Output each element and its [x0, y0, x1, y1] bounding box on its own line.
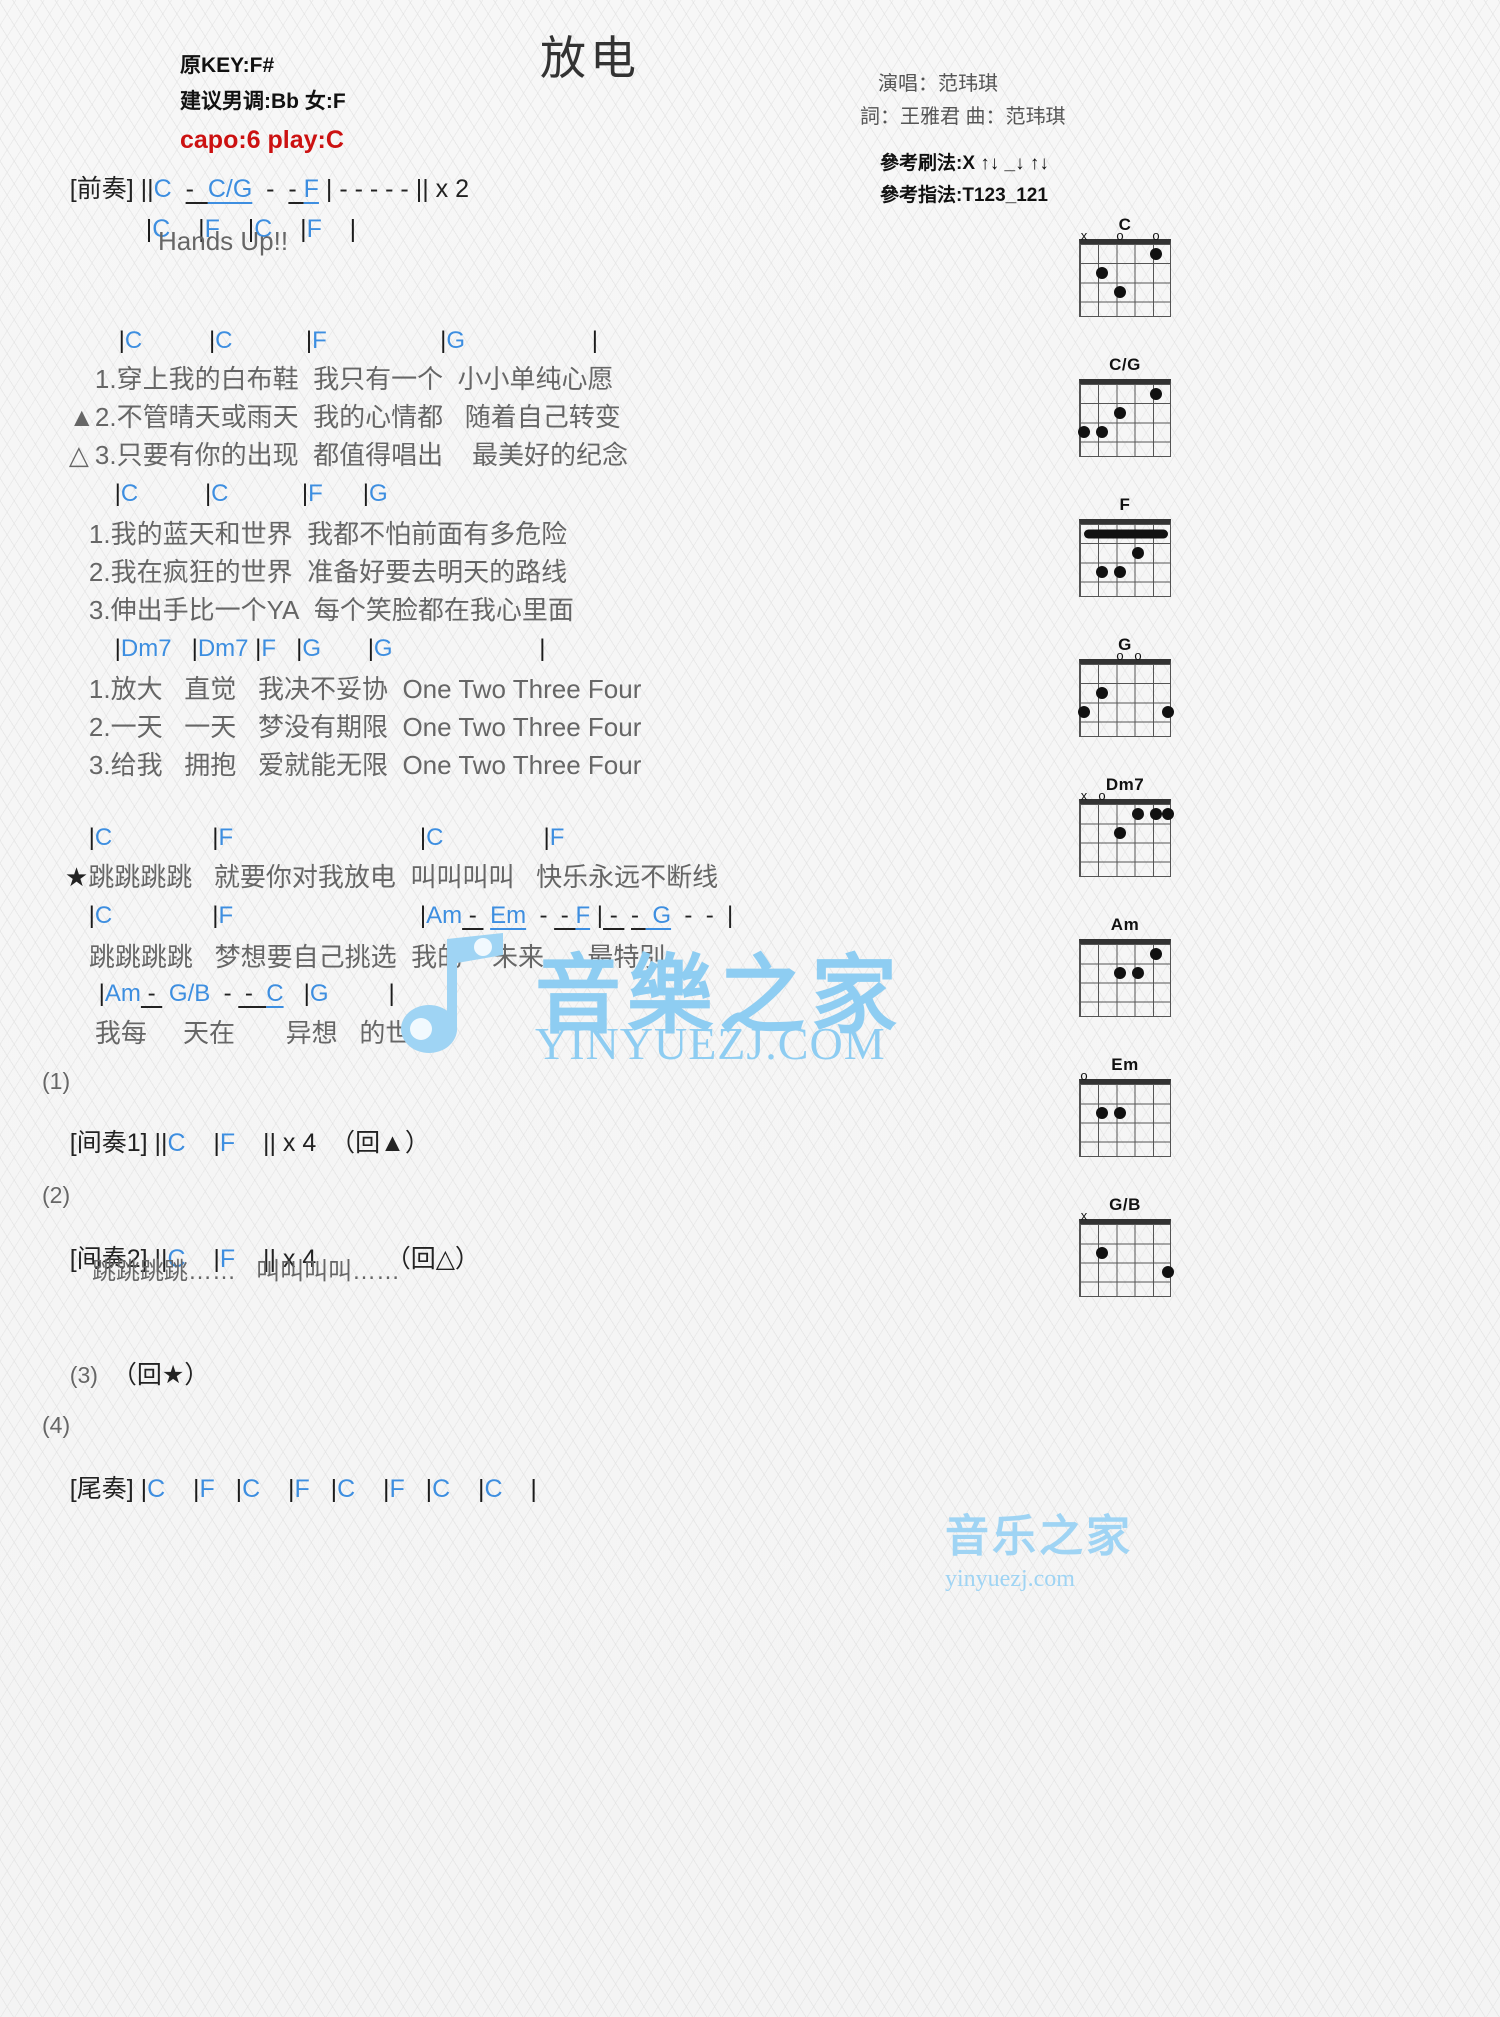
finger-dot [1096, 687, 1108, 699]
section-3-line: (3) （回★） [42, 1338, 209, 1413]
finger-dot [1096, 566, 1108, 578]
chorus-lyric-row-3: 我每 天在 异想 的世界 [66, 994, 437, 1072]
finger-dot [1078, 706, 1090, 718]
chord-sheet-page: 放电 原KEY:F# 建议男调:Bb 女:F capo:6 play:C 演唱：… [0, 0, 1500, 2017]
mute-marker: x [1080, 1208, 1088, 1223]
fingerstyle-reference: 參考指法:T123_121 [880, 185, 1048, 206]
finger-dot [1132, 808, 1144, 820]
chord-diagram-F: F [1065, 495, 1185, 597]
open-string-marker: o [1116, 648, 1124, 663]
verse1-text-3c: 最美好的纪念 [471, 440, 628, 470]
chorus-text-2c: 我的 [411, 942, 464, 972]
finger-dot [1114, 566, 1126, 578]
finger-dot [1162, 706, 1174, 718]
mute-marker: x [1080, 788, 1088, 803]
chorus-text-3b: 天在 [183, 1018, 236, 1048]
finger-dot [1096, 426, 1108, 438]
interlude-1-repeat: （回▲） [330, 1129, 430, 1157]
verse3-text-3a: 给我 [110, 750, 163, 780]
chorus-text-3c: 异想 [285, 1018, 338, 1048]
chord-diagram-name: Am [1110, 915, 1140, 934]
corner-watermark-en: yinyuezj.com [945, 1566, 1075, 1592]
finger-dot [1078, 426, 1090, 438]
fretboard-grid: x o o [1079, 229, 1171, 317]
corner-watermark-cn: 音乐之家 [945, 1511, 1133, 1562]
fretboard-grid: x [1079, 1209, 1174, 1297]
open-string-marker: o [1080, 1068, 1088, 1083]
chord-diagram-Am: Am [1065, 915, 1185, 1017]
fretboard-grid: x o [1079, 789, 1174, 877]
finger-dot [1162, 1266, 1174, 1278]
verse3-text-3c: 爱就能无限 [257, 750, 388, 780]
finger-dot [1150, 948, 1162, 960]
section-number-4: (4) [42, 1412, 71, 1438]
outro-label: [尾奏] [69, 1475, 134, 1503]
mute-marker: x [1080, 228, 1088, 243]
finger-dot [1096, 1247, 1108, 1259]
fretboard-grid [1078, 379, 1171, 457]
chord-diagram-G: G o o [1065, 635, 1185, 737]
intro-hands-up: Hands Up!! [158, 226, 289, 256]
section-3-repeat: （回★） [111, 1361, 210, 1389]
interlude-1-label: [间奏1] [69, 1129, 148, 1157]
interlude-1-line: [间奏1] ||C |F || x 4 （回▲） [69, 1129, 430, 1157]
open-string-marker: o [1116, 228, 1124, 243]
chord-diagram-C-over-G: C/G [1065, 355, 1185, 457]
finger-dot [1132, 547, 1144, 559]
open-string-marker: o [1134, 648, 1142, 663]
verse3-text-3b: 拥抱 [184, 750, 237, 780]
finger-dot [1150, 248, 1162, 260]
chord-diagram-Dm7: Dm7 x o [1065, 775, 1185, 877]
fretboard-grid: o o [1078, 649, 1174, 737]
original-key: 原KEY:F# [180, 54, 275, 77]
credits-block: 演唱：范玮琪 詞：王雅君 曲：范玮琪 [860, 68, 1180, 134]
finger-dot [1114, 827, 1126, 839]
chord-diagram-Em: Em o [1065, 1055, 1185, 1157]
section-number-3: (3) [69, 1362, 98, 1388]
fretboard-grid [1079, 939, 1171, 1017]
chord-diagram-C: C x o o [1065, 215, 1185, 317]
verse3-lyric-row-3: 3.给我 拥抱 爱就能无限 One Two Three Four [60, 726, 641, 804]
chord-diagram-G-over-B: G/B x [1065, 1195, 1185, 1297]
chorus-text-2e: 最特别 [587, 942, 666, 972]
chord-diagram-column: C x o o C/G F G o o Dm7 x o Am Em o G/B … [1040, 215, 1220, 1335]
section-number-1: (1) [42, 1068, 71, 1094]
fretboard-grid [1079, 519, 1171, 597]
finger-dot [1114, 967, 1126, 979]
finger-dot [1114, 407, 1126, 419]
finger-dot [1114, 286, 1126, 298]
finger-dot [1150, 808, 1162, 820]
suggested-key: 建议男调:Bb 女:F [180, 90, 346, 113]
open-string-marker: o [1098, 788, 1106, 803]
writer-credit: 詞：王雅君 曲：范玮琪 [860, 106, 1066, 128]
finger-dot [1132, 967, 1144, 979]
chord-diagram-name: C/G [1109, 355, 1141, 374]
finger-dot [1114, 1107, 1126, 1119]
chorus-text-3d: 的世界 [359, 1018, 438, 1048]
chorus-text-2d: 未来 [491, 942, 544, 972]
finger-dot [1162, 808, 1174, 820]
open-string-marker: o [1152, 228, 1160, 243]
corner-watermark: 音乐之家 yinyuezj.com [945, 1500, 1175, 1593]
verse3-text-3d: One Two Three Four [402, 750, 642, 780]
section-number-2: (2) [42, 1182, 71, 1208]
strum-reference: 參考刷法:X ↑↓ _↓ ↑↓ [880, 153, 1049, 174]
barre-bar [1084, 529, 1168, 539]
finger-dot [1096, 267, 1108, 279]
watermark-en-text: YINYUEZJ.COM [535, 1018, 886, 1069]
outro-line: [尾奏] |C |F |C |F |C |F |C |C | [69, 1475, 537, 1503]
finger-dot [1150, 388, 1162, 400]
reference-technique-block: 參考刷法:X ↑↓ _↓ ↑↓ 參考指法:T123_121 [880, 148, 1049, 212]
chorus-text-3a: 我每 [94, 1018, 147, 1048]
fretboard-grid: o [1079, 1069, 1171, 1157]
interlude-2-sub-lyric: 跳跳跳跳…… 叫叫叫叫…… [92, 1258, 401, 1285]
chord-diagram-name: F [1119, 495, 1131, 514]
key-info-block: 原KEY:F# 建议男调:Bb 女:F capo:6 play:C [180, 48, 346, 158]
finger-dot [1096, 1107, 1108, 1119]
singer-credit: 演唱：范玮琪 [878, 73, 998, 95]
verse3-num-3: 3. [88, 750, 111, 780]
chord-diagram-name: G [1118, 635, 1132, 654]
